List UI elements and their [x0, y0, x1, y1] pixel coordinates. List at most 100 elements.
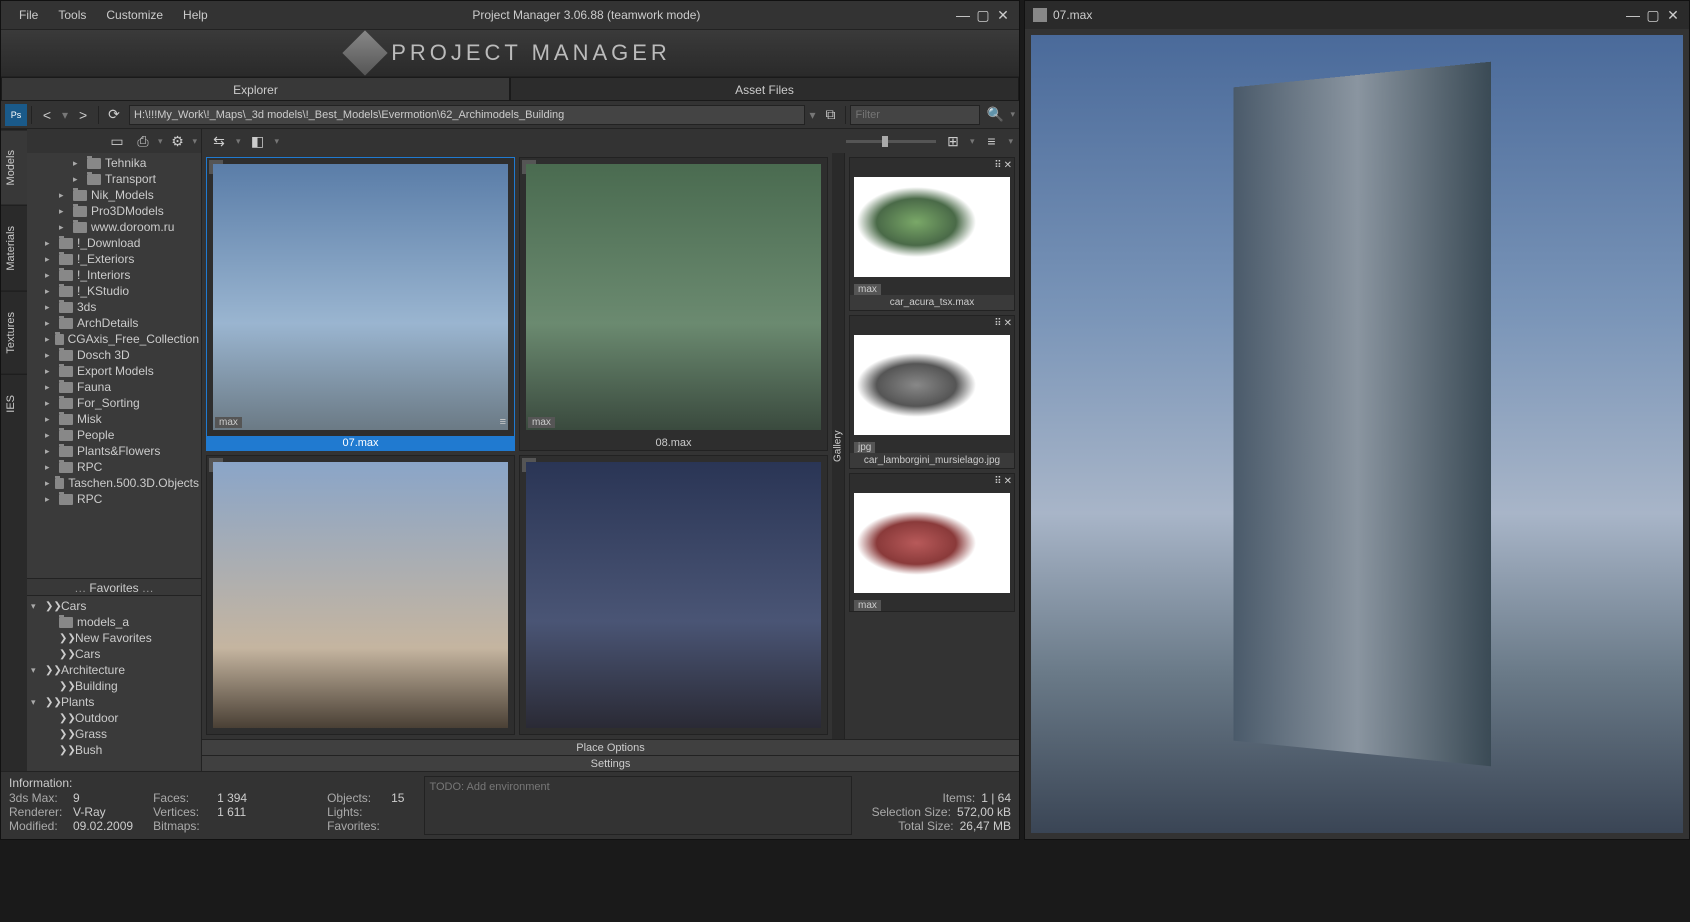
tree-item[interactable]: ▸CGAxis_Free_Collection [27, 331, 201, 347]
favorite-item[interactable]: models_a [27, 614, 201, 630]
favorite-item[interactable]: ❯❯Outdoor [27, 710, 201, 726]
favorite-item[interactable]: ❯❯Building [27, 678, 201, 694]
preview-window: 07.max — ▢ ✕ [1024, 0, 1690, 840]
tree-item[interactable]: ▸Misk [27, 411, 201, 427]
thumb-size-slider[interactable] [846, 140, 936, 143]
nav-back-button[interactable]: < [36, 104, 58, 126]
info-bar: Information: 3ds Max:9Renderer:V-RayModi… [1, 771, 1019, 839]
menu-icon[interactable]: ≡ [500, 416, 506, 428]
gallery-item[interactable]: ⠿✕ max [849, 473, 1015, 612]
tree-item[interactable]: ▸!_Interiors [27, 267, 201, 283]
menu-customize[interactable]: Customize [96, 4, 173, 26]
maximize-button[interactable]: ▢ [975, 7, 991, 23]
favorites-header[interactable]: … Favorites … [27, 578, 201, 596]
thumbnail[interactable]: ⊞ [206, 455, 515, 735]
favorite-item[interactable]: ❯❯New Favorites [27, 630, 201, 646]
copy-path-button[interactable]: ⧉ [819, 104, 841, 126]
tree-item[interactable]: ▸RPC [27, 491, 201, 507]
window-title: Project Manager 3.06.88 (teamwork mode) [218, 8, 955, 22]
gallery-item[interactable]: ⠿✕ jpg car_lamborgini_mursielago.jpg [849, 315, 1015, 469]
ps-mode-icon[interactable]: Ps [5, 104, 27, 126]
tree-item[interactable]: ▸People [27, 427, 201, 443]
preview-viewport[interactable] [1031, 35, 1683, 833]
favorite-item[interactable]: ▾❯❯Plants [27, 694, 201, 710]
tree-item[interactable]: ▸Plants&Flowers [27, 443, 201, 459]
remove-icon[interactable]: ✕ [1004, 160, 1012, 171]
remove-icon[interactable]: ✕ [1004, 476, 1012, 487]
remove-icon[interactable]: ✕ [1004, 318, 1012, 329]
preview-maximize-button[interactable]: ▢ [1645, 7, 1661, 23]
side-tab-ies[interactable]: IES [1, 374, 27, 433]
settings-expander[interactable]: Settings [202, 755, 1019, 771]
thumb-label: 07.max [207, 436, 514, 450]
thumbnail[interactable]: ⊞ max 08.max [519, 157, 828, 451]
favorite-item[interactable]: ❯❯Bush [27, 742, 201, 758]
ext-badge: max [215, 417, 242, 428]
tree-save-icon[interactable]: ⎙ [132, 130, 154, 152]
nav-forward-button[interactable]: > [72, 104, 94, 126]
tree-item[interactable]: ▸RPC [27, 459, 201, 475]
minimize-button[interactable]: — [955, 7, 971, 23]
preview-close-button[interactable]: ✕ [1665, 7, 1681, 23]
nav-toolbar: Ps < ▾ > ⟳ ▾ ⧉ 🔍 ▾ [1, 101, 1019, 129]
tree-item[interactable]: ▸Dosch 3D [27, 347, 201, 363]
favorite-item[interactable]: ▾❯❯Architecture [27, 662, 201, 678]
tree-item[interactable]: ▸For_Sorting [27, 395, 201, 411]
gallery-item[interactable]: ⠿✕ max car_acura_tsx.max [849, 157, 1015, 311]
side-tab-materials[interactable]: Materials [1, 205, 27, 291]
ext-badge: max [854, 284, 881, 295]
refresh-button[interactable]: ⟳ [103, 104, 125, 126]
tab-asset-files[interactable]: Asset Files [510, 77, 1019, 101]
gear-icon[interactable]: ⚙ [166, 130, 188, 152]
tree-item[interactable]: ▸Fauna [27, 379, 201, 395]
tree-item[interactable]: ▸Nik_Models [27, 187, 201, 203]
filter-input[interactable] [850, 105, 980, 125]
thumbnail[interactable]: ⊞ max ≡ 07.max [206, 157, 515, 451]
drag-handle-icon[interactable]: ⠿ [994, 318, 1001, 329]
menubar: FileToolsCustomizeHelp Project Manager 3… [1, 1, 1019, 29]
thumbnail[interactable]: ⊞ [519, 455, 828, 735]
favorites-tree[interactable]: ▾❯❯Carsmodels_a❯❯New Favorites❯❯Cars▾❯❯A… [27, 596, 201, 771]
drag-handle-icon[interactable]: ⠿ [994, 160, 1001, 171]
grid-panel: ⇆ ▾ ◧ ▾ ⊞ ▾ ≡ ▾ ⊞ max ≡ 07.max⊞ max 08.m… [202, 129, 1019, 771]
search-button[interactable]: 🔍 [984, 104, 1006, 126]
side-tab-textures[interactable]: Textures [1, 291, 27, 374]
tree-item[interactable]: ▸Transport [27, 171, 201, 187]
place-options-expander[interactable]: Place Options [202, 739, 1019, 755]
ext-badge: max [854, 600, 881, 611]
grid-view-icon[interactable]: ⊞ [942, 130, 964, 152]
gallery-handle[interactable]: Gallery [832, 153, 844, 739]
close-button[interactable]: ✕ [995, 7, 1011, 23]
menu-tools[interactable]: Tools [48, 4, 96, 26]
tree-item[interactable]: ▸!_Download [27, 235, 201, 251]
tree-layout-icon[interactable]: ▭ [106, 130, 128, 152]
sync-icon[interactable]: ⇆ [208, 130, 230, 152]
menu-help[interactable]: Help [173, 4, 218, 26]
favorite-item[interactable]: ▾❯❯Cars [27, 598, 201, 614]
tree-item[interactable]: ▸!_KStudio [27, 283, 201, 299]
tree-item[interactable]: ▸!_Exteriors [27, 251, 201, 267]
tree-item[interactable]: ▸www.doroom.ru [27, 219, 201, 235]
tree-item[interactable]: ▸Export Models [27, 363, 201, 379]
sort-icon[interactable]: ≡ [980, 130, 1002, 152]
tree-item[interactable]: ▸ArchDetails [27, 315, 201, 331]
menu-file[interactable]: File [9, 4, 48, 26]
tree-item[interactable]: ▸3ds [27, 299, 201, 315]
tree-item[interactable]: ▸Taschen.500.3D.Objects [27, 475, 201, 491]
side-tab-models[interactable]: Models [1, 129, 27, 205]
folder-tree[interactable]: ▸Tehnika▸Transport▸Nik_Models▸Pro3DModel… [27, 153, 201, 578]
tab-explorer[interactable]: Explorer [1, 77, 510, 101]
drag-handle-icon[interactable]: ⠿ [994, 476, 1001, 487]
gallery-panel: ⠿✕ max car_acura_tsx.max⠿✕ jpg car_lambo… [844, 153, 1019, 739]
main-tabs: Explorer Asset Files [1, 77, 1019, 101]
tree-item[interactable]: ▸Pro3DModels [27, 203, 201, 219]
logo-text: PROJECT MANAGER [391, 40, 671, 66]
cube-icon[interactable]: ◧ [247, 130, 269, 152]
favorite-item[interactable]: ❯❯Grass [27, 726, 201, 742]
logo-icon [343, 30, 388, 75]
path-input[interactable] [129, 105, 805, 125]
tree-item[interactable]: ▸Tehnika [27, 155, 201, 171]
favorite-item[interactable]: ❯❯Cars [27, 646, 201, 662]
preview-minimize-button[interactable]: — [1625, 7, 1641, 23]
todo-box[interactable]: TODO: Add environment [424, 776, 851, 835]
